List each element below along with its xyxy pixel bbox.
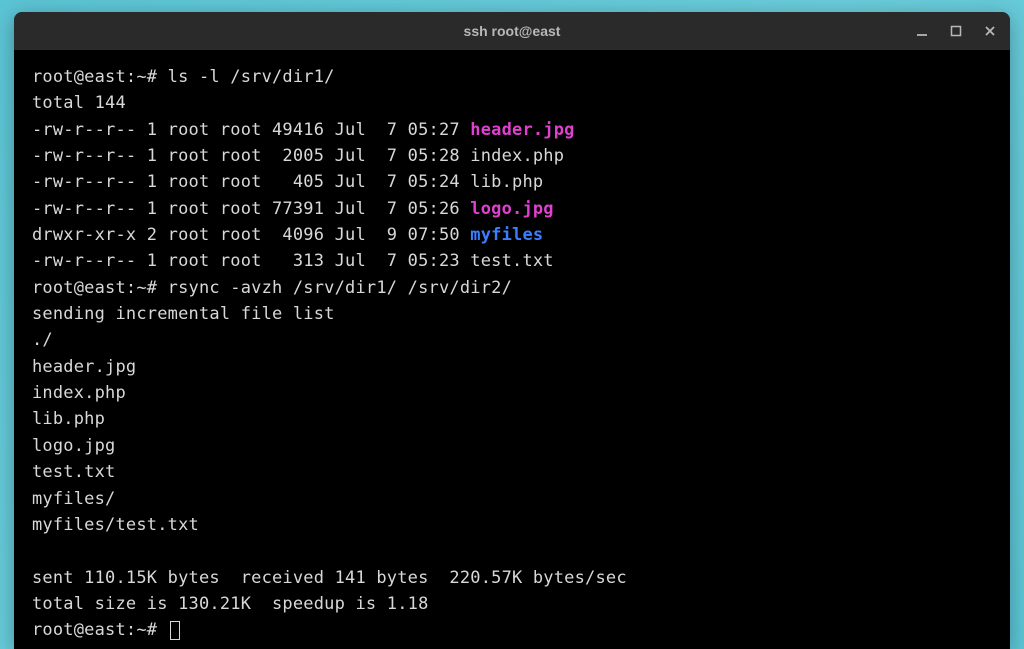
terminal-body[interactable]: root@east:~# ls -l /srv/dir1/ total 144 … [14, 50, 1010, 649]
window-title: ssh root@east [464, 23, 561, 39]
close-icon[interactable] [982, 23, 998, 39]
minimize-icon[interactable] [914, 23, 930, 39]
maximize-icon[interactable] [948, 23, 964, 39]
titlebar[interactable]: ssh root@east [14, 12, 1010, 50]
window-controls [914, 12, 998, 50]
terminal-window: ssh root@east root@east:~# ls -l /srv/di… [14, 12, 1010, 649]
terminal-content: root@east:~# ls -l /srv/dir1/ total 144 … [32, 64, 992, 644]
